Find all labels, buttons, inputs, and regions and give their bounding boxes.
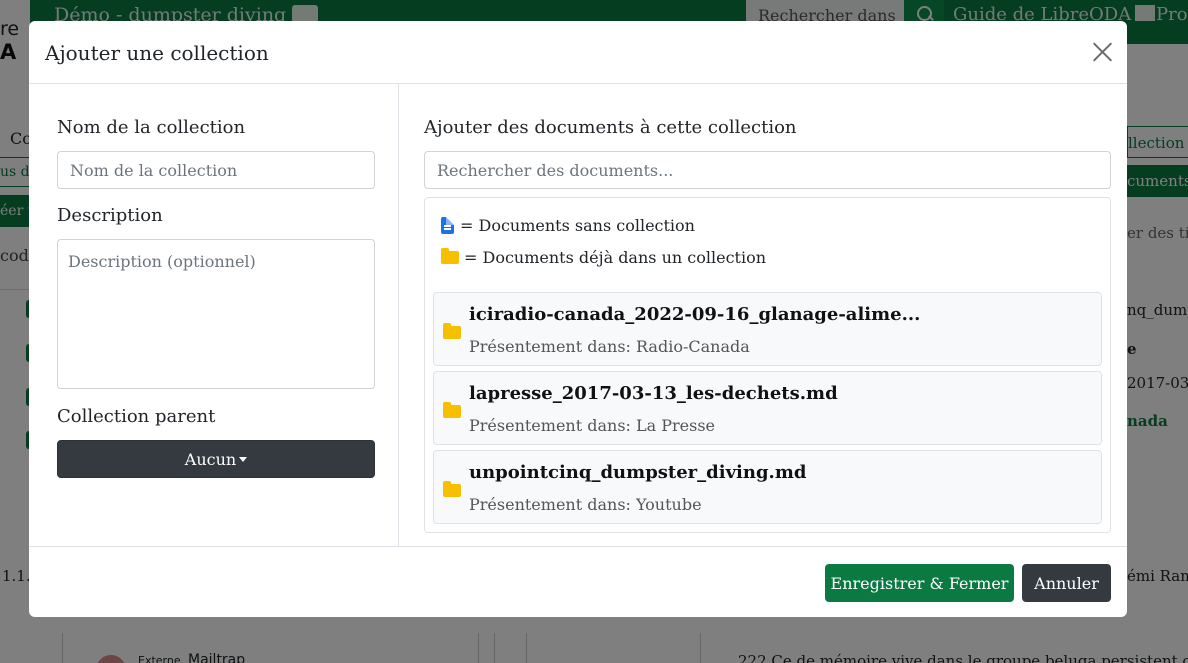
parent-collection-label: Collection parent (57, 406, 216, 427)
parent-collection-value: Aucun (184, 449, 237, 469)
document-location: Présentement dans: La Presse (469, 416, 716, 435)
documents-list: = Documents sans collection = Documents … (424, 197, 1111, 533)
folder-icon (441, 248, 459, 264)
description-textarea[interactable] (57, 239, 375, 389)
document-item[interactable]: iciradio-canada_2022-09-16_glanage-alime… (433, 292, 1102, 366)
close-icon[interactable] (1091, 41, 1113, 63)
caret-down-icon (239, 456, 248, 462)
document-title: lapresse_2017-03-13_les-dechets.md (469, 383, 838, 404)
document-location: Présentement dans: Youtube (469, 495, 702, 514)
collection-name-input[interactable] (57, 151, 375, 189)
folder-icon (443, 402, 461, 418)
modal-footer: Enregistrer & Fermer Annuler (29, 546, 1127, 617)
parent-collection-dropdown[interactable]: Aucun (57, 440, 375, 478)
save-and-close-button[interactable]: Enregistrer & Fermer (825, 564, 1014, 602)
document-item[interactable]: lapresse_2017-03-13_les-dechets.md Prése… (433, 371, 1102, 445)
documents-search-input[interactable] (424, 151, 1111, 189)
documents-panel: Ajouter des documents à cette collection… (400, 84, 1127, 546)
description-label: Description (57, 205, 163, 226)
collection-form: Nom de la collection Description Collect… (29, 84, 399, 546)
document-location: Présentement dans: Radio-Canada (469, 337, 750, 356)
documents-heading: Ajouter des documents à cette collection (424, 117, 797, 138)
modal-title: Ajouter une collection (45, 41, 269, 65)
modal-header: Ajouter une collection (29, 21, 1127, 84)
add-collection-modal: Ajouter une collection Nom de la collect… (29, 21, 1127, 617)
folder-icon (443, 481, 461, 497)
document-icon (441, 217, 454, 234)
legend-in-collection: = Documents déjà dans un collection (441, 248, 766, 267)
folder-icon (443, 323, 461, 339)
document-title: unpointcinq_dumpster_diving.md (469, 462, 807, 483)
legend-no-collection: = Documents sans collection (441, 216, 695, 235)
collection-name-label: Nom de la collection (57, 117, 246, 138)
document-item[interactable]: unpointcinq_dumpster_diving.md Présentem… (433, 450, 1102, 524)
document-title: iciradio-canada_2022-09-16_glanage-alime… (469, 304, 921, 325)
cancel-button[interactable]: Annuler (1022, 564, 1111, 602)
